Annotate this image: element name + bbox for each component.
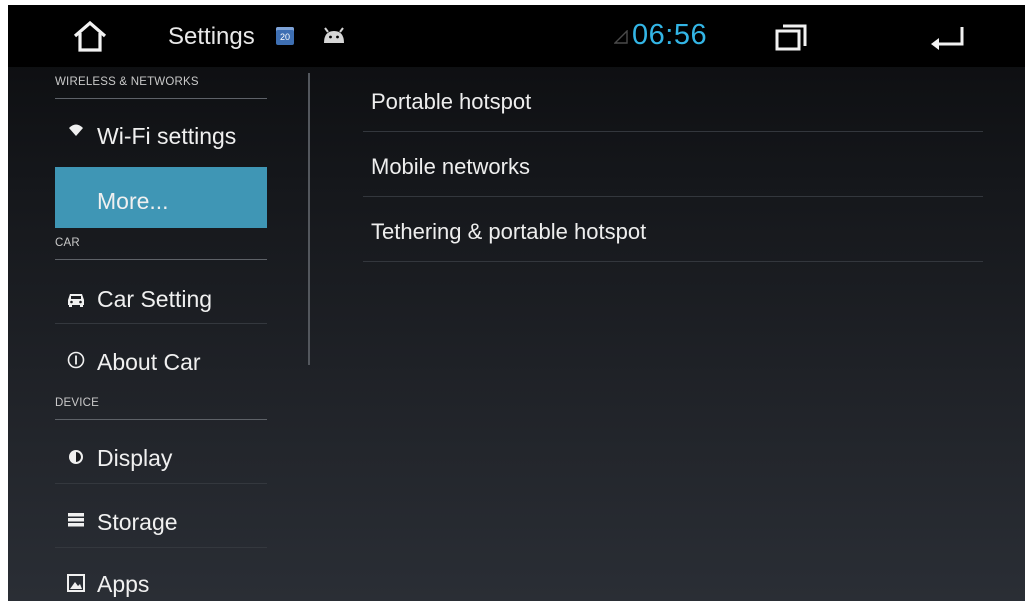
calendar-badge: 20 bbox=[279, 32, 290, 42]
info-icon bbox=[66, 349, 86, 369]
app-title: Settings bbox=[168, 23, 255, 50]
divider bbox=[55, 98, 267, 99]
list-item-label: Tethering & portable hotspot bbox=[371, 219, 647, 244]
sidebar-item-display[interactable]: Display bbox=[55, 423, 267, 484]
wifi-icon bbox=[66, 119, 86, 139]
settings-screen: Settings 20 06:56 WIRELESS & NETWORKS Wi… bbox=[8, 5, 1025, 601]
divider bbox=[55, 323, 267, 324]
section-header-wireless: WIRELESS & NETWORKS bbox=[55, 76, 267, 99]
section-header-label: CAR bbox=[55, 237, 80, 249]
sidebar-item-about-car[interactable]: About Car bbox=[55, 327, 267, 388]
signal-icon bbox=[613, 29, 628, 44]
list-item-label: Mobile networks bbox=[371, 154, 530, 179]
sidebar-item-label: More... bbox=[97, 188, 169, 214]
section-header-label: WIRELESS & NETWORKS bbox=[55, 76, 199, 88]
recent-apps-icon[interactable] bbox=[773, 22, 809, 52]
sidebar-item-label: Car Setting bbox=[97, 286, 213, 312]
divider bbox=[55, 547, 267, 548]
car-icon bbox=[66, 288, 86, 308]
sidebar-item-label: Storage bbox=[97, 509, 178, 535]
list-item-tethering[interactable]: Tethering & portable hotspot bbox=[363, 197, 983, 262]
back-icon[interactable] bbox=[928, 24, 968, 50]
android-debug-icon bbox=[322, 27, 346, 45]
sidebar-item-apps[interactable]: Apps bbox=[55, 551, 267, 601]
sidebar-item-label: Apps bbox=[97, 571, 150, 597]
status-bar: Settings 20 06:56 bbox=[8, 5, 1025, 67]
brightness-icon bbox=[66, 446, 86, 466]
storage-icon bbox=[66, 509, 86, 529]
list-item-mobile-networks[interactable]: Mobile networks bbox=[363, 132, 983, 197]
sidebar-item-label: About Car bbox=[97, 349, 201, 375]
divider bbox=[363, 261, 983, 262]
section-header-label: DEVICE bbox=[55, 397, 100, 409]
list-item-portable-hotspot[interactable]: Portable hotspot bbox=[363, 67, 983, 132]
sidebar-item-wifi-settings[interactable]: Wi-Fi settings bbox=[55, 101, 267, 162]
pane-divider bbox=[308, 73, 310, 365]
clock: 06:56 bbox=[632, 19, 708, 51]
apps-icon bbox=[66, 572, 86, 592]
divider bbox=[55, 259, 267, 260]
divider bbox=[55, 483, 267, 484]
sidebar-item-label: Wi-Fi settings bbox=[97, 123, 237, 149]
section-header-device: DEVICE bbox=[55, 397, 267, 420]
divider bbox=[55, 419, 267, 420]
home-icon[interactable] bbox=[70, 19, 110, 53]
sidebar-item-label: Display bbox=[97, 445, 173, 471]
calendar-icon: 20 bbox=[276, 27, 294, 45]
list-item-label: Portable hotspot bbox=[371, 89, 532, 114]
settings-sidebar: WIRELESS & NETWORKS Wi-Fi settings More.… bbox=[55, 67, 267, 601]
sidebar-item-more[interactable]: More... bbox=[55, 167, 267, 228]
sidebar-item-storage[interactable]: Storage bbox=[55, 487, 267, 548]
sidebar-item-car-setting[interactable]: Car Setting bbox=[55, 263, 267, 324]
section-header-car: CAR bbox=[55, 237, 267, 260]
